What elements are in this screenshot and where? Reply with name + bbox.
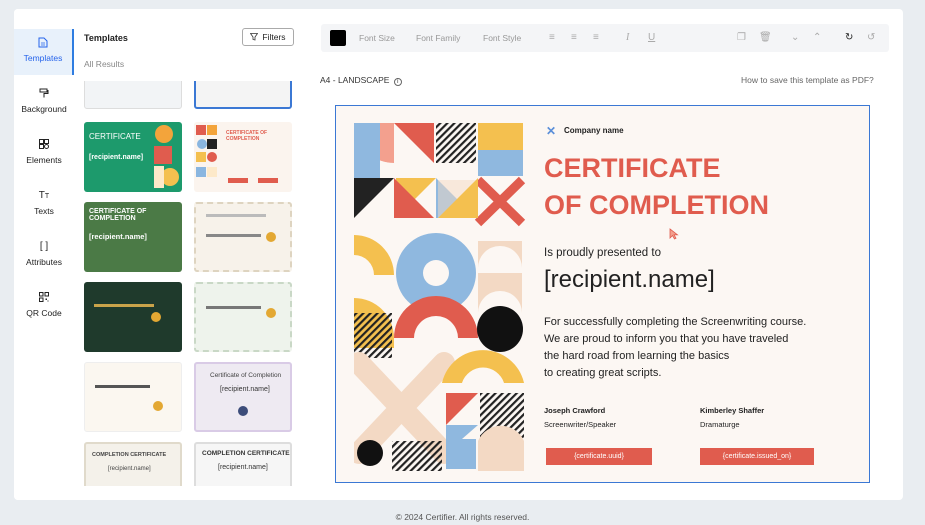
template-card-selected[interactable] — [194, 81, 292, 109]
align-center-icon[interactable]: ≡ — [571, 32, 577, 43]
chevron-down-icon[interactable]: ⌄ — [791, 32, 799, 43]
body-line[interactable]: We are proud to inform you that you have… — [544, 333, 788, 345]
company-logo-icon: ✕ — [546, 124, 557, 138]
templates-panel: Templates Filters All Results CERTIFICAT… — [74, 9, 298, 500]
paint-roller-icon — [14, 88, 74, 100]
thumb-title: CERTIFICATE — [89, 132, 141, 141]
template-card[interactable] — [194, 202, 292, 272]
uuid-field[interactable]: {certificate.uuid} — [546, 448, 652, 465]
align-right-icon[interactable]: ≡ — [593, 32, 599, 43]
format-toolbar: Font Size Font Family Font Style ≡ ≡ ≡ I… — [321, 24, 889, 52]
trash-icon[interactable]: 🗑 — [759, 32, 772, 43]
template-card[interactable]: COMPLETION CERTIFICATE [recipient.name] — [194, 442, 292, 486]
rail-label: Elements — [26, 155, 62, 165]
shapes-icon — [14, 139, 74, 151]
filter-icon — [250, 33, 259, 41]
signer-role[interactable]: Dramaturge — [700, 420, 740, 429]
template-card[interactable]: Certificate of Completion [recipient.nam… — [194, 362, 292, 432]
app-window: Templates Background Elements TT Texts [… — [14, 9, 903, 500]
issued-on-field[interactable]: {certificate.issued_on} — [700, 448, 814, 465]
thumb-title: CERTIFICATE OF COMPLETION — [226, 130, 268, 142]
template-card[interactable]: COMPLETION CERTIFICATE [recipient.name] — [84, 442, 182, 486]
thumb-recipient: [recipient.name] — [89, 154, 144, 161]
text-icon: TT — [38, 190, 50, 201]
template-card[interactable] — [84, 362, 182, 432]
rail-label: Background — [21, 104, 67, 114]
template-card[interactable]: CERTIFICATE OF COMPLETION — [194, 122, 292, 192]
footer-copyright: © 2024 Certifier. All rights reserved. — [395, 512, 530, 522]
filters-button[interactable]: Filters — [242, 28, 294, 46]
certificate-canvas[interactable]: ✕ Company name CERTIFICATE OF COMPLETION… — [335, 105, 870, 483]
body-line[interactable]: to creating great scripts. — [544, 367, 661, 379]
body-line[interactable]: For successfully completing the Screenwr… — [544, 316, 806, 328]
rail-texts[interactable]: TT Texts — [14, 182, 74, 228]
thumb-title: COMPLETION CERTIFICATE — [202, 450, 290, 457]
redo-icon[interactable]: ↺ — [867, 32, 875, 43]
panel-title: Templates — [84, 33, 128, 43]
font-size-select[interactable]: Font Size — [359, 33, 395, 43]
chevron-up-icon[interactable]: ⌃ — [813, 32, 821, 43]
rail-elements[interactable]: Elements — [14, 131, 74, 177]
thumb-recipient: [recipient.name] — [218, 464, 268, 471]
rail-attributes[interactable]: [ ] Attributes — [14, 233, 74, 279]
body-line[interactable]: the hard road from learning the basics — [544, 350, 729, 362]
color-swatch[interactable] — [330, 30, 346, 46]
signer-role[interactable]: Screenwriter/Speaker — [544, 420, 616, 429]
template-card[interactable]: CERTIFICATE OF COMPLETION [recipient.nam… — [84, 202, 182, 272]
thumb-title: CERTIFICATE OF COMPLETION — [89, 208, 147, 222]
pdf-help-link[interactable]: How to save this template as PDF? — [741, 75, 874, 85]
size-text: A4 - LANDSCAPE — [320, 75, 390, 85]
signer-name[interactable]: Joseph Crawford — [544, 406, 605, 415]
align-left-icon[interactable]: ≡ — [549, 32, 555, 43]
signer-name[interactable]: Kimberley Shaffer — [700, 406, 764, 415]
template-grid: CERTIFICATE [recipient.name] CERTIFICATE… — [84, 81, 296, 486]
rail-background[interactable]: Background — [14, 80, 74, 126]
template-card[interactable]: CERTIFICATE [recipient.name] — [84, 122, 182, 192]
rail-label: Attributes — [26, 257, 62, 267]
canvas-size-label: A4 - LANDSCAPE i — [320, 75, 402, 86]
template-card[interactable] — [194, 282, 292, 352]
thumb-title: COMPLETION CERTIFICATE — [92, 452, 167, 458]
thumb-title: Certificate of Completion — [210, 372, 282, 379]
rail-label: Texts — [34, 206, 54, 216]
geometric-pattern — [354, 123, 526, 471]
presented-text[interactable]: Is proudly presented to — [544, 247, 661, 259]
qr-code-icon — [14, 292, 74, 304]
rail-label: Templates — [23, 53, 63, 63]
copy-icon[interactable]: ❐ — [737, 32, 746, 43]
italic-icon[interactable]: I — [626, 32, 629, 43]
results-label: All Results — [84, 59, 125, 69]
rail-label: QR Code — [26, 308, 62, 318]
brackets-icon: [ ] — [39, 241, 49, 252]
template-card[interactable] — [84, 81, 182, 109]
rail-templates[interactable]: Templates — [14, 29, 74, 75]
font-style-select[interactable]: Font Style — [483, 33, 521, 43]
thumb-recipient: [recipient.name] — [89, 232, 147, 241]
font-family-select[interactable]: Font Family — [416, 33, 460, 43]
info-icon[interactable]: i — [393, 78, 402, 86]
cursor-icon — [669, 228, 679, 240]
certificate-title-line2[interactable]: OF COMPLETION — [544, 190, 769, 221]
rail-qr-code[interactable]: QR Code — [14, 284, 74, 330]
thumb-recipient: [recipient.name] — [108, 466, 151, 472]
thumb-recipient: [recipient.name] — [220, 386, 270, 393]
recipient-name[interactable]: [recipient.name] — [544, 266, 715, 294]
certificate-title-line1[interactable]: CERTIFICATE — [544, 153, 721, 184]
undo-icon[interactable]: ↻ — [845, 32, 853, 43]
file-icon — [14, 37, 72, 49]
filters-label: Filters — [262, 32, 286, 42]
template-card[interactable] — [84, 282, 182, 352]
company-name[interactable]: Company name — [564, 126, 624, 135]
underline-icon[interactable]: U — [648, 32, 655, 43]
